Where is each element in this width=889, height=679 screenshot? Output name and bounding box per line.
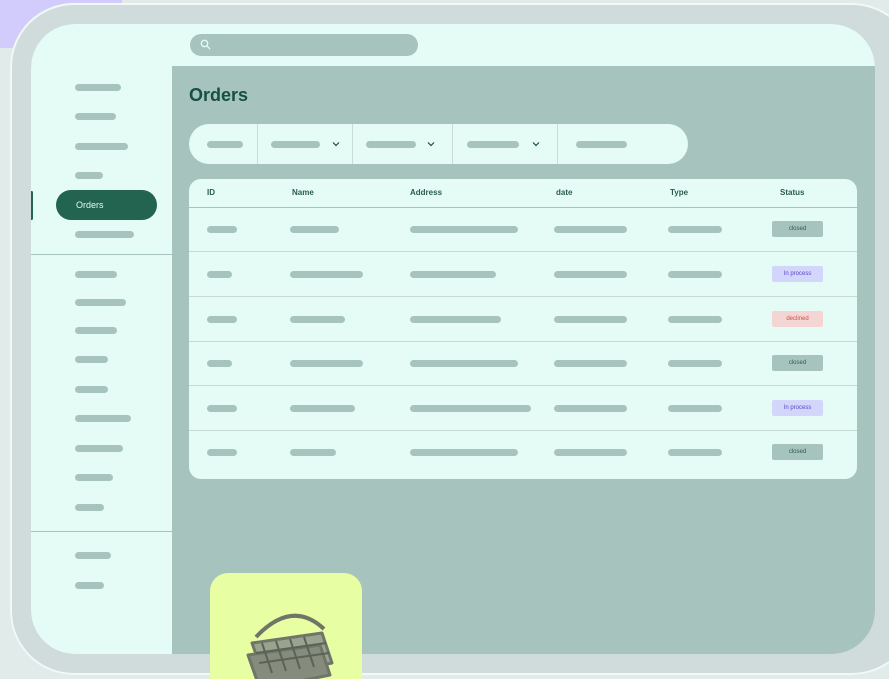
- sidebar-item-13[interactable]: [75, 445, 123, 452]
- page-title: Orders: [189, 85, 249, 105]
- column-header-id[interactable]: ID: [207, 188, 215, 197]
- column-header-address[interactable]: Address: [410, 188, 442, 197]
- status-badge: closed: [772, 444, 823, 460]
- decorative-yellow-card: [210, 573, 362, 679]
- sidebar-item-1[interactable]: [75, 84, 121, 91]
- chevron-down-icon: [532, 142, 540, 147]
- table-row[interactable]: In process: [189, 386, 857, 431]
- sidebar-divider: [31, 254, 172, 255]
- column-header-name[interactable]: Name: [292, 188, 314, 197]
- sidebar-item-orders[interactable]: Orders: [56, 190, 157, 220]
- chevron-down-icon: [332, 142, 340, 147]
- filter-dropdown-3[interactable]: [453, 124, 557, 164]
- table-row[interactable]: In process: [189, 252, 857, 297]
- filter-bar: [189, 124, 688, 164]
- status-badge: closed: [772, 355, 823, 371]
- sidebar-divider: [31, 531, 172, 532]
- sidebar-item-16[interactable]: [75, 552, 111, 559]
- search-input[interactable]: [190, 34, 418, 56]
- basket-icon: [246, 613, 334, 679]
- filter-dropdown-1[interactable]: [258, 124, 352, 164]
- filter-1[interactable]: [189, 124, 257, 164]
- chevron-down-icon: [427, 142, 435, 147]
- status-badge: closed: [772, 221, 823, 237]
- sidebar-item-10[interactable]: [75, 356, 108, 363]
- sidebar-item-15[interactable]: [75, 504, 104, 511]
- status-badge: declined: [772, 311, 823, 327]
- sidebar-item-7[interactable]: [75, 271, 117, 278]
- sidebar: Orders: [31, 66, 172, 654]
- top-bar: [31, 24, 875, 66]
- status-badge: In process: [772, 266, 823, 282]
- sidebar-item-6[interactable]: [75, 231, 134, 238]
- status-badge: In process: [772, 400, 823, 416]
- app-screen: Orders Orders ID Name Address date Type …: [31, 24, 875, 654]
- column-header-date[interactable]: date: [556, 188, 572, 197]
- column-header-status[interactable]: Status: [780, 188, 804, 197]
- search-icon: [200, 39, 211, 50]
- table-row[interactable]: closed: [189, 430, 857, 475]
- sidebar-item-8[interactable]: [75, 299, 126, 306]
- table-row[interactable]: declined: [189, 297, 857, 342]
- sidebar-item-11[interactable]: [75, 386, 108, 393]
- active-indicator: [31, 191, 33, 220]
- orders-table: ID Name Address date Type Status closed …: [189, 179, 857, 479]
- sidebar-item-3[interactable]: [75, 143, 128, 150]
- sidebar-item-2[interactable]: [75, 113, 116, 120]
- sidebar-item-9[interactable]: [75, 327, 117, 334]
- filter-5[interactable]: [558, 124, 688, 164]
- sidebar-item-14[interactable]: [75, 474, 113, 481]
- sidebar-item-4[interactable]: [75, 172, 103, 179]
- sidebar-item-17[interactable]: [75, 582, 104, 589]
- sidebar-item-12[interactable]: [75, 415, 131, 422]
- column-header-type[interactable]: Type: [670, 188, 688, 197]
- table-row[interactable]: closed: [189, 341, 857, 386]
- table-row[interactable]: closed: [189, 207, 857, 252]
- filter-dropdown-2[interactable]: [353, 124, 452, 164]
